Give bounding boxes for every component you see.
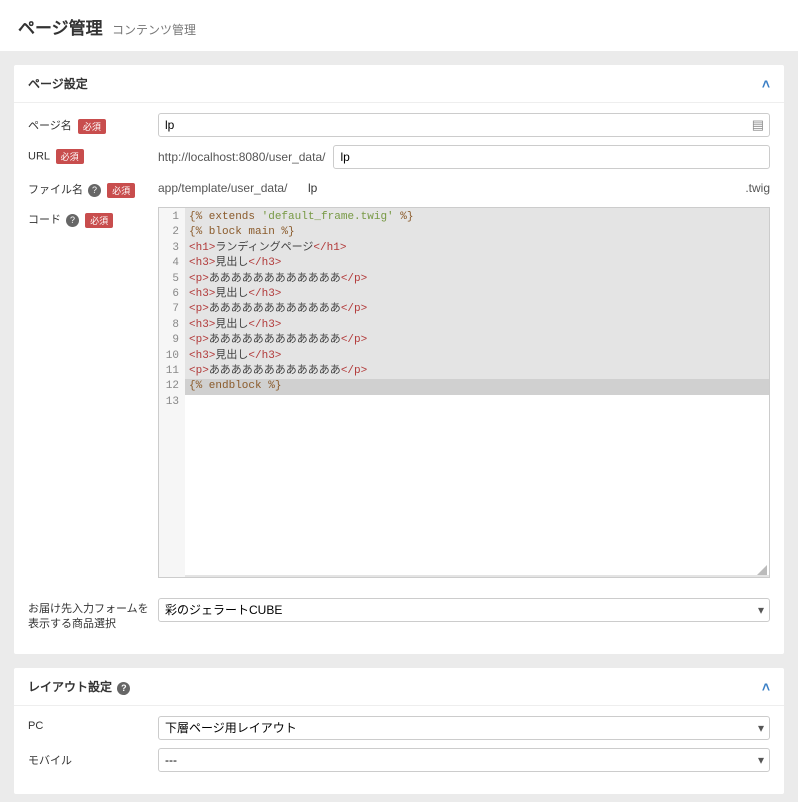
- required-badge: 必須: [78, 119, 106, 134]
- layout-settings-header[interactable]: レイアウト設定 ? ˄: [14, 668, 784, 706]
- page-subtitle: コンテンツ管理: [112, 23, 196, 37]
- form-icon: ▤: [752, 117, 764, 133]
- file-suffix: .twig: [730, 181, 770, 195]
- required-badge: 必須: [107, 183, 135, 198]
- file-name-value: lp: [308, 181, 730, 195]
- page-settings-card: ページ設定 ˄ ページ名 必須 ▤ URL 必須: [14, 65, 784, 654]
- pc-layout-select[interactable]: 下層ページ用レイアウト: [158, 716, 770, 740]
- label-product-select: お届け先入力フォームを表示する商品選択: [28, 598, 158, 633]
- page-settings-header[interactable]: ページ設定 ˄: [14, 65, 784, 103]
- help-icon[interactable]: ?: [66, 214, 79, 227]
- label-code: コード ? 必須: [28, 207, 158, 228]
- page-name-input[interactable]: [158, 113, 770, 137]
- product-select[interactable]: 彩のジェラートCUBE: [158, 598, 770, 622]
- code-content[interactable]: {% extends 'default_frame.twig' %}{% blo…: [185, 208, 769, 577]
- mobile-layout-select[interactable]: ---: [158, 748, 770, 772]
- label-pc: PC: [28, 716, 158, 732]
- code-editor[interactable]: 12345678910111213 {% extends 'default_fr…: [158, 207, 770, 578]
- label-url: URL 必須: [28, 145, 158, 164]
- chevron-up-icon: ˄: [762, 76, 770, 92]
- page-title: ページ管理: [18, 19, 103, 38]
- required-badge: 必須: [85, 213, 113, 228]
- page-settings-title: ページ設定: [28, 75, 88, 92]
- label-mobile: モバイル: [28, 748, 158, 768]
- label-file-name: ファイル名 ? 必須: [28, 177, 158, 198]
- label-page-name: ページ名 必須: [28, 113, 158, 134]
- file-prefix: app/template/user_data/: [158, 177, 308, 199]
- layout-settings-card: レイアウト設定 ? ˄ PC 下層ページ用レイアウト ▾ モバイル --: [14, 668, 784, 794]
- layout-settings-title: レイアウト設定: [28, 680, 112, 694]
- url-input[interactable]: [333, 145, 770, 169]
- url-prefix: http://localhost:8080/user_data/: [158, 146, 333, 168]
- code-gutter: 12345678910111213: [159, 208, 185, 577]
- page-header: ページ管理 コンテンツ管理: [0, 0, 798, 51]
- required-badge: 必須: [56, 149, 84, 164]
- resize-handle[interactable]: [757, 565, 767, 575]
- chevron-up-icon: ˄: [762, 679, 770, 695]
- help-icon[interactable]: ?: [88, 184, 101, 197]
- help-icon[interactable]: ?: [117, 682, 130, 695]
